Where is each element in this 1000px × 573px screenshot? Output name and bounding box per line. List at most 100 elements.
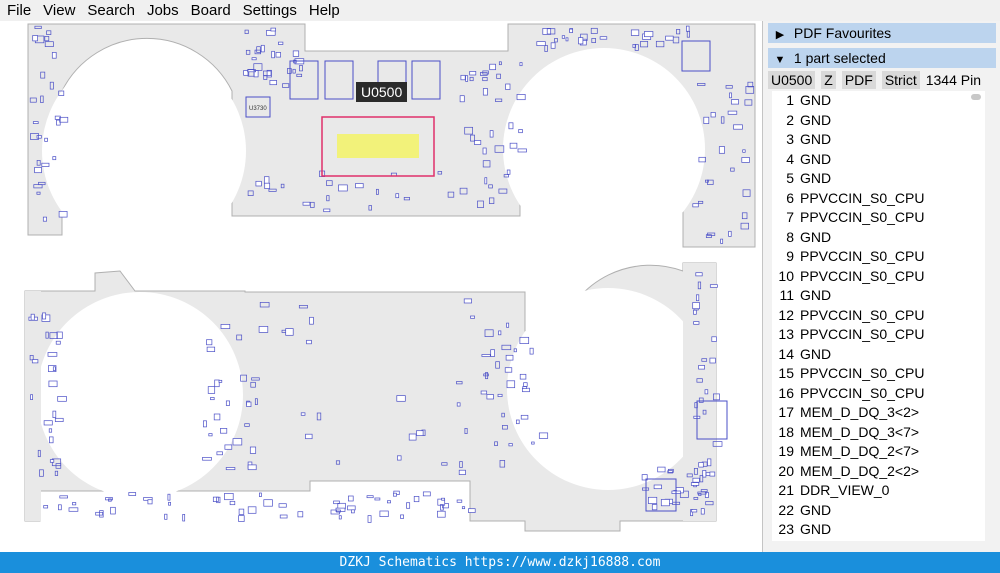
- pin-row[interactable]: 11 GND: [772, 286, 985, 306]
- component: [397, 455, 402, 461]
- pin-net: GND: [800, 111, 832, 128]
- component: [42, 312, 47, 320]
- component: [203, 420, 207, 428]
- expanded-triangle-icon: ▼: [774, 54, 786, 66]
- pin-row[interactable]: 14 GND: [772, 345, 985, 365]
- component: [247, 464, 257, 471]
- pin-row[interactable]: 6 PPVCCIN_S0_CPU: [772, 189, 985, 209]
- top-left-cutout: [42, 49, 246, 253]
- component: [32, 35, 38, 42]
- component: [42, 216, 47, 222]
- component: [36, 135, 42, 139]
- component: [508, 443, 513, 447]
- component: [263, 499, 273, 507]
- component: [270, 27, 276, 32]
- board-view[interactable]: U3730 U0500: [0, 21, 762, 552]
- pin-net: PPVCCIN_S0_CPU: [800, 306, 925, 323]
- component: [51, 52, 57, 59]
- component: [490, 349, 495, 357]
- pin-row[interactable]: 20 MEM_D_DQ_2<2>: [772, 462, 985, 482]
- zoom-button[interactable]: Z: [821, 71, 836, 89]
- component: [68, 507, 79, 512]
- parts-selected-header[interactable]: ▼ 1 part selected: [768, 48, 996, 68]
- pin-row[interactable]: 8 GND: [772, 228, 985, 248]
- component: [348, 495, 354, 502]
- component: [486, 394, 494, 400]
- component: [258, 326, 269, 333]
- strict-button[interactable]: Strict: [881, 71, 920, 89]
- component: [703, 116, 710, 124]
- menu-file[interactable]: File: [0, 0, 37, 21]
- menu-board[interactable]: Board: [185, 0, 237, 21]
- component: [49, 436, 54, 444]
- component: [264, 182, 271, 189]
- component: [220, 428, 228, 434]
- menu-help[interactable]: Help: [303, 0, 346, 21]
- menu-search[interactable]: Search: [81, 0, 141, 21]
- pin-row[interactable]: 2 GND: [772, 111, 985, 131]
- pdf-button[interactable]: PDF: [841, 71, 876, 89]
- pin-row[interactable]: 17 MEM_D_DQ_3<2>: [772, 403, 985, 423]
- component: [30, 313, 35, 321]
- component: [599, 36, 608, 40]
- pin-row[interactable]: 21 DDR_VIEW_0: [772, 481, 985, 501]
- component: [387, 500, 391, 504]
- component: [47, 352, 58, 357]
- pin-number: 8: [786, 228, 794, 245]
- component: [686, 25, 690, 32]
- component: [379, 510, 389, 517]
- menu-jobs[interactable]: Jobs: [141, 0, 185, 21]
- pin-row[interactable]: 22 GND: [772, 501, 985, 521]
- pin-row[interactable]: 13 PPVCCIN_S0_CPU: [772, 325, 985, 345]
- component: [292, 50, 300, 57]
- component: [696, 294, 700, 302]
- menu-view[interactable]: View: [37, 0, 81, 21]
- component: [225, 467, 236, 471]
- pin-number: 2: [786, 111, 794, 128]
- component: [741, 157, 750, 163]
- pin-row[interactable]: 1 GND: [772, 91, 985, 111]
- pin-row[interactable]: 4 GND: [772, 150, 985, 170]
- component: [238, 508, 245, 515]
- pin-net: MEM_D_DQ_3<2>: [800, 404, 920, 420]
- pin-row[interactable]: 16 PPVCCIN_S0_CPU: [772, 384, 985, 404]
- component: [702, 470, 707, 478]
- pin-row[interactable]: 10 PPVCCIN_S0_CPU: [772, 267, 985, 287]
- component: [396, 395, 406, 402]
- component: [653, 484, 662, 490]
- component: [416, 430, 424, 436]
- component: [168, 501, 171, 506]
- bottom-left-cutout: [37, 292, 243, 498]
- component: [395, 193, 400, 199]
- pin-row[interactable]: 7 PPVCCIN_S0_CPU: [772, 208, 985, 228]
- pin-row[interactable]: 12 PPVCCIN_S0_CPU: [772, 306, 985, 326]
- part-name-button[interactable]: U0500: [768, 71, 816, 89]
- component: [347, 505, 356, 511]
- selected-part-die: [337, 134, 419, 158]
- pin-net: GND: [800, 131, 832, 147]
- pin-number: 14: [778, 345, 794, 362]
- pin-row[interactable]: 15 PPVCCIN_S0_CPU: [772, 364, 985, 384]
- pin-number: 5: [786, 170, 794, 186]
- component: [516, 94, 526, 101]
- pin-number: 15: [778, 365, 794, 381]
- pin-row[interactable]: 3 GND: [772, 130, 985, 150]
- pin-row[interactable]: 5 GND: [772, 169, 985, 189]
- scrollbar-thumb[interactable]: [971, 94, 981, 100]
- component: [458, 469, 466, 475]
- component: [32, 121, 39, 124]
- pin-row[interactable]: 23 GND: [772, 520, 985, 540]
- pin-number: 21: [778, 482, 794, 498]
- pin-list[interactable]: 1 GND 2 GND 3 GND 4 GND 5 GND 6 PPVCCIN_S0_CPU 7 PPVC…: [772, 91, 985, 541]
- pin-row[interactable]: 9 PPVCCIN_S0_CPU: [772, 247, 985, 267]
- part-tooltip: U0500: [356, 82, 408, 102]
- component: [481, 354, 491, 357]
- pin-row[interactable]: 19 MEM_D_DQ_2<7>: [772, 442, 985, 462]
- menu-settings[interactable]: Settings: [237, 0, 303, 21]
- component: [518, 129, 523, 134]
- pin-row[interactable]: 18 MEM_D_DQ_3<7>: [772, 423, 985, 443]
- component: [506, 380, 516, 389]
- component: [224, 444, 233, 450]
- pdf-favourites-header[interactable]: ▶ PDF Favourites: [768, 23, 996, 43]
- component: [733, 124, 743, 130]
